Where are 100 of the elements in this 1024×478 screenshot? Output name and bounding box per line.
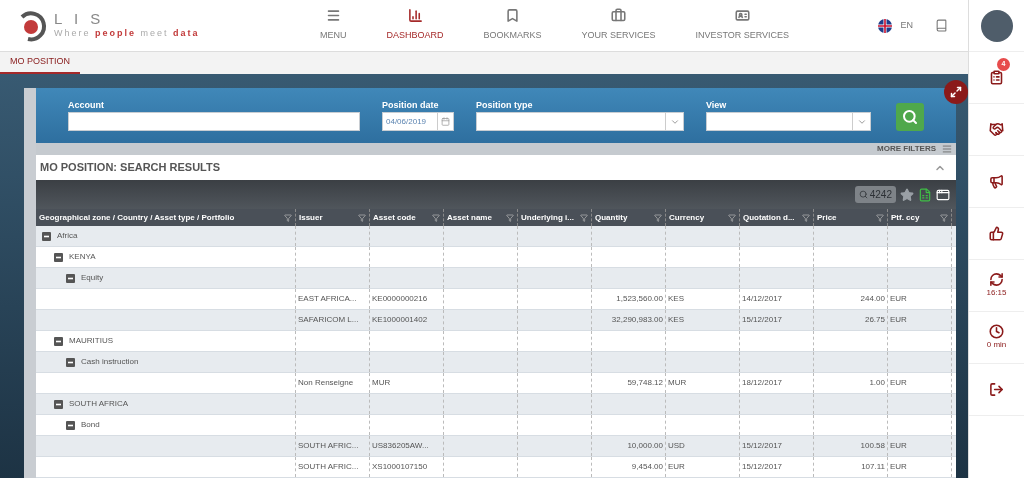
table-cell: 59,748.12 [627,377,663,389]
table-cell: EUR [668,461,685,473]
window-icon[interactable] [936,187,950,202]
table-cell: KE1000001402 [372,314,428,326]
table-cell: US836205AW... [372,440,429,452]
field-label: Position date [382,99,440,112]
chart-icon [407,8,423,24]
field-label: Position type [476,99,534,112]
like-icon [989,226,1004,241]
tree-label: Bond [81,419,100,431]
refresh-icon [989,272,1004,287]
collapse-toggle-icon[interactable] [42,231,51,241]
filter-icon[interactable] [580,213,588,222]
clock-icon [989,324,1004,339]
star-icon[interactable] [900,187,914,202]
menu-icon [325,8,341,24]
refresh-button[interactable]: 16:15 [969,260,1024,312]
table-cell: SOUTH AFRIC... [298,461,359,473]
bookmark-icon [505,8,520,24]
table-cell: 32,290,983.00 [611,314,663,326]
logo-tagline: Where people meet data [54,26,200,40]
table-cell: 1.00 [869,377,885,389]
collapse-toggle-icon[interactable] [54,399,63,409]
collapse-toggle-icon[interactable] [54,252,63,262]
tree-label: Africa [57,230,78,242]
table-cell: 9,454.00 [631,461,663,473]
filter-icon[interactable] [728,213,736,222]
menu-icon[interactable] [942,144,952,154]
tree-label: SOUTH AFRICA [69,398,129,410]
expand-button[interactable] [944,80,968,104]
table-cell: KES [668,314,684,326]
account-field[interactable] [68,112,360,131]
briefcase-icon [610,8,626,24]
more-filters-link[interactable]: MORE FILTERS [877,143,936,155]
nav-item[interactable]: DASHBOARD [366,8,464,43]
collapse-toggle-icon[interactable] [66,357,75,367]
tree-label: Cash instruction [81,356,139,368]
view-select[interactable] [706,112,871,131]
table-cell: EUR [890,377,907,389]
collapse-toggle-icon[interactable] [66,420,75,430]
table-cell: SOUTH AFRIC... [298,440,359,452]
field-label: Account [68,99,105,112]
table-cell: 18/12/2017 [742,377,783,389]
table-cell: 14/12/2017 [742,293,783,305]
tree-label: KENYA [69,251,96,263]
expand-icon [950,86,962,98]
table-cell: 26.75 [864,314,885,326]
filter-icon[interactable] [432,213,440,222]
table-cell: MUR [668,377,687,389]
flag-icon[interactable] [878,18,893,33]
table-cell: 107.11 [861,461,885,473]
table-cell: KE0000000216 [372,293,428,305]
table-cell: 100.58 [860,440,885,452]
table-cell: KES [668,293,684,305]
filter-icon[interactable] [940,213,948,222]
search-icon [858,190,868,199]
filter-icon[interactable] [506,213,514,222]
handshake-icon [989,122,1004,137]
results-title: MO POSITION: SEARCH RESULTS [40,160,221,176]
collapse-toggle-icon[interactable] [66,273,75,283]
sidebar-caption: 0 min [986,339,1007,351]
table-cell: SAFARICOM L... [298,314,359,326]
nav-item[interactable]: MENU [300,8,367,43]
table-cell: EUR [890,314,907,326]
field-label: View [706,99,728,112]
date-field[interactable]: 04/06/2019 [382,112,454,131]
tree-label: MAURITIUS [69,335,113,347]
table-cell: EUR [890,461,907,473]
filter-icon[interactable] [654,213,662,222]
nav-item[interactable]: INVESTOR SERVICES [675,8,810,43]
clock-button[interactable]: 0 min [969,312,1024,364]
nav-item[interactable]: BOOKMARKS [463,8,562,43]
search-button[interactable] [896,103,924,131]
table-cell: 15/12/2017 [742,440,783,452]
table-cell: EAST AFRICA... [298,293,357,305]
avatar[interactable] [980,9,1013,42]
table-cell: 15/12/2017 [742,461,783,473]
sidebar-caption: 16:15 [986,287,1007,299]
table-cell: 1,523,560.00 [616,293,663,305]
book-icon[interactable] [935,19,948,32]
table-cell: EUR [890,440,907,452]
filter-icon[interactable] [876,213,884,222]
position-type-select[interactable] [476,112,684,131]
collapse-toggle-icon[interactable] [54,336,63,346]
nav-item[interactable]: YOUR SERVICES [561,8,676,43]
table-cell: 244.00 [860,293,885,305]
language-label[interactable]: EN [900,18,913,33]
filter-icon[interactable] [802,213,810,222]
logout-icon [989,382,1004,397]
calendar-icon[interactable] [437,113,453,130]
tasks-icon [989,70,1004,85]
filter-icon[interactable] [358,213,366,222]
table-cell: 15/12/2017 [742,314,783,326]
filter-icon[interactable] [284,213,292,222]
megaphone-icon [989,174,1004,189]
table-cell: MUR [372,377,391,389]
logo-text: L I S [54,10,106,27]
table-cell: USD [668,440,685,452]
search-icon [902,109,918,125]
field-value: 04/06/2019 [385,115,428,128]
